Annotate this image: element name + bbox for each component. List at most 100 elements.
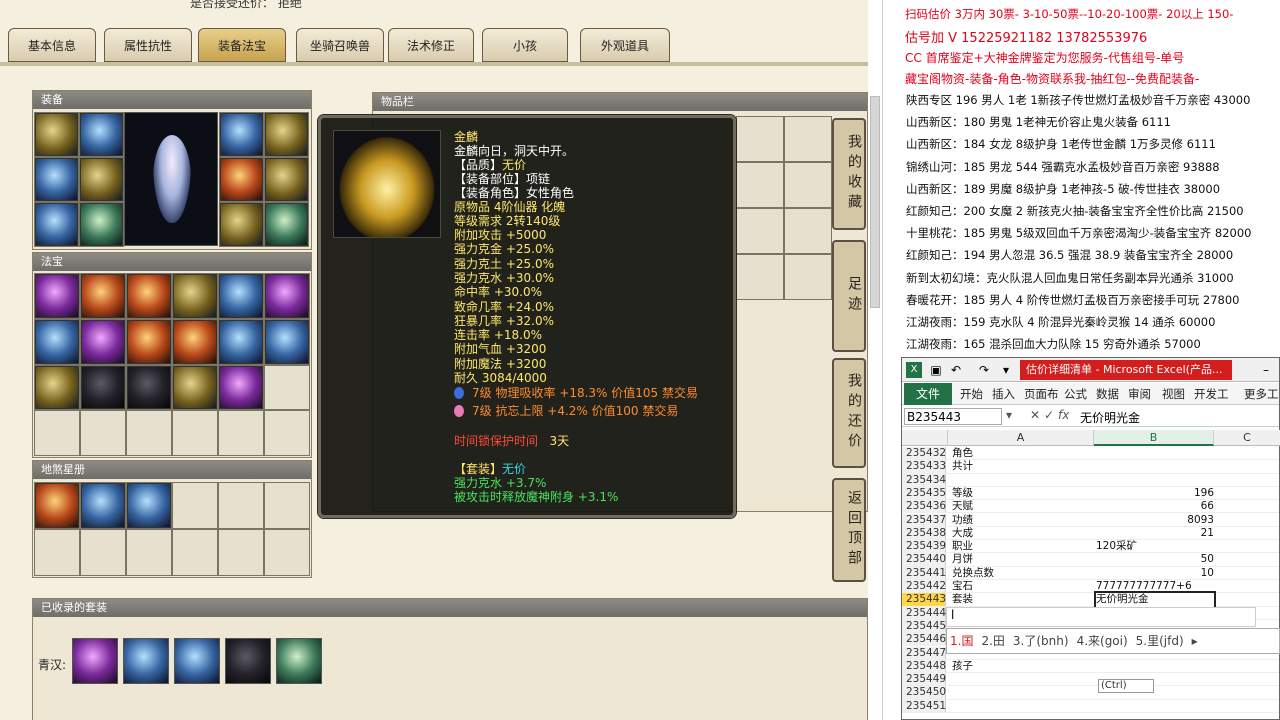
ribbon-tab[interactable]: 插入 <box>992 386 1015 402</box>
ime-candidate[interactable]: 5.里(jfd) <box>1136 634 1184 648</box>
ime-input[interactable]: l <box>946 607 1256 627</box>
row-number[interactable]: 235435 <box>902 486 946 500</box>
paste-options[interactable]: (Ctrl) <box>1098 679 1154 693</box>
cell-a[interactable]: 职业 <box>952 540 973 553</box>
slot[interactable] <box>264 318 310 365</box>
slot[interactable] <box>172 318 218 365</box>
cell-a[interactable]: 月饼 <box>952 553 973 566</box>
slot[interactable] <box>264 273 310 319</box>
ribbon-tab[interactable]: 开始 <box>960 386 983 402</box>
row-number[interactable]: 235441 <box>902 566 946 579</box>
tab-6[interactable]: 外观道具 <box>580 28 670 62</box>
cell-a[interactable]: 兑换点数 <box>952 567 994 580</box>
row-number[interactable]: 235448 <box>902 659 946 673</box>
slot[interactable] <box>126 529 172 576</box>
ime-candidate[interactable]: 4.来(goi) <box>1077 634 1128 648</box>
cell-b[interactable]: 无价明光金 <box>1094 591 1216 609</box>
slot[interactable] <box>784 162 832 208</box>
slot[interactable] <box>80 529 126 576</box>
row-number[interactable]: 235447 <box>902 646 946 659</box>
row-number[interactable]: 235444 <box>902 606 946 619</box>
slot[interactable] <box>218 273 264 319</box>
cell-a[interactable]: 大成 <box>952 527 973 540</box>
slot[interactable] <box>126 482 172 529</box>
slot[interactable] <box>264 529 310 576</box>
redo-icon[interactable]: ↷ <box>976 362 992 378</box>
ribbon-tab[interactable]: 文件 <box>904 383 952 405</box>
ribbon-tab[interactable]: 视图 <box>1162 386 1185 402</box>
tab-2[interactable]: 装备法宝 <box>198 28 286 62</box>
cell-a[interactable]: 宝石 <box>952 580 973 593</box>
ime-next-icon[interactable]: ▸ <box>1192 634 1198 648</box>
slot[interactable] <box>34 112 79 157</box>
slot[interactable] <box>736 208 784 254</box>
slot[interactable] <box>219 157 264 202</box>
slot[interactable] <box>218 410 264 456</box>
row-number[interactable]: 235436 <box>902 500 946 513</box>
slot[interactable] <box>172 364 218 411</box>
slot[interactable] <box>34 482 80 529</box>
slot[interactable] <box>219 202 264 247</box>
slot[interactable] <box>79 112 124 157</box>
slot[interactable] <box>264 410 310 456</box>
slot[interactable] <box>80 364 126 411</box>
slot[interactable] <box>80 318 126 365</box>
col-header-c[interactable]: C <box>1214 430 1280 446</box>
slot[interactable] <box>34 364 80 411</box>
ribbon-tab[interactable]: 审阅 <box>1128 386 1151 402</box>
corner-cell[interactable] <box>902 430 948 446</box>
suit-staff-icon[interactable] <box>276 638 322 684</box>
slot[interactable] <box>126 273 172 319</box>
cell-a[interactable]: 套装 <box>952 593 973 606</box>
row-number[interactable]: 235449 <box>902 673 946 686</box>
slot[interactable] <box>264 157 309 202</box>
side-tab-back-to-top[interactable]: 返回顶部 <box>832 478 866 582</box>
name-box-dropdown-icon[interactable]: ▾ <box>1006 408 1012 422</box>
ribbon-tab[interactable]: 数据 <box>1096 386 1119 402</box>
slot[interactable] <box>172 273 218 319</box>
cell-a[interactable]: 角色 <box>952 447 973 460</box>
cell-a[interactable]: 共计 <box>952 460 973 473</box>
row-number[interactable]: 235437 <box>902 513 946 526</box>
slot[interactable] <box>126 364 172 411</box>
slot[interactable] <box>126 318 172 365</box>
slot[interactable] <box>34 157 79 202</box>
row-number[interactable]: 235445 <box>902 619 946 633</box>
cell-b[interactable]: 10 <box>1096 567 1214 580</box>
suit-mask-icon[interactable] <box>123 638 169 684</box>
suit-robe-icon[interactable] <box>225 638 271 684</box>
col-header-a[interactable]: A <box>948 430 1094 446</box>
slot[interactable] <box>172 482 218 529</box>
tab-3[interactable]: 坐骑召唤兽 <box>296 28 384 62</box>
slot[interactable] <box>264 482 310 529</box>
browser-scrollbar[interactable] <box>870 96 880 308</box>
ime-candidate[interactable]: 2.田 <box>981 634 1004 648</box>
ime-candidate[interactable]: 3.了(bnh) <box>1013 634 1069 648</box>
slot[interactable] <box>172 529 218 576</box>
slot[interactable] <box>126 410 172 456</box>
suit-ring-icon[interactable] <box>174 638 220 684</box>
slot[interactable] <box>34 410 80 456</box>
slot[interactable] <box>784 116 832 162</box>
side-tab-favorites[interactable]: 我的收藏 <box>832 118 866 230</box>
slot[interactable] <box>34 202 79 247</box>
ribbon-tab[interactable]: 公式 <box>1064 386 1087 402</box>
ribbon-tab[interactable]: 更多工 <box>1244 386 1279 402</box>
row-number[interactable]: 235438 <box>902 526 946 540</box>
row-number[interactable]: 235432 <box>902 447 946 460</box>
ime-candidate[interactable]: 1.国 <box>950 634 973 648</box>
cell-a[interactable]: 孩子 <box>952 660 973 673</box>
cell-b[interactable]: 66 <box>1096 500 1214 513</box>
row-number[interactable]: 235443 <box>902 593 946 606</box>
save-icon[interactable]: ▣ <box>928 362 944 378</box>
slot[interactable] <box>264 202 309 247</box>
slot[interactable] <box>264 364 310 411</box>
cell-b[interactable]: 120采矿 <box>1096 540 1214 553</box>
row-number[interactable]: 235442 <box>902 580 946 593</box>
slot[interactable] <box>34 273 80 319</box>
cell-a[interactable]: 功绩 <box>952 514 973 527</box>
slot[interactable] <box>80 410 126 456</box>
cell-b[interactable]: 50 <box>1096 553 1214 566</box>
tab-4[interactable]: 法术修正 <box>388 28 474 62</box>
tab-5[interactable]: 小孩 <box>482 28 568 62</box>
